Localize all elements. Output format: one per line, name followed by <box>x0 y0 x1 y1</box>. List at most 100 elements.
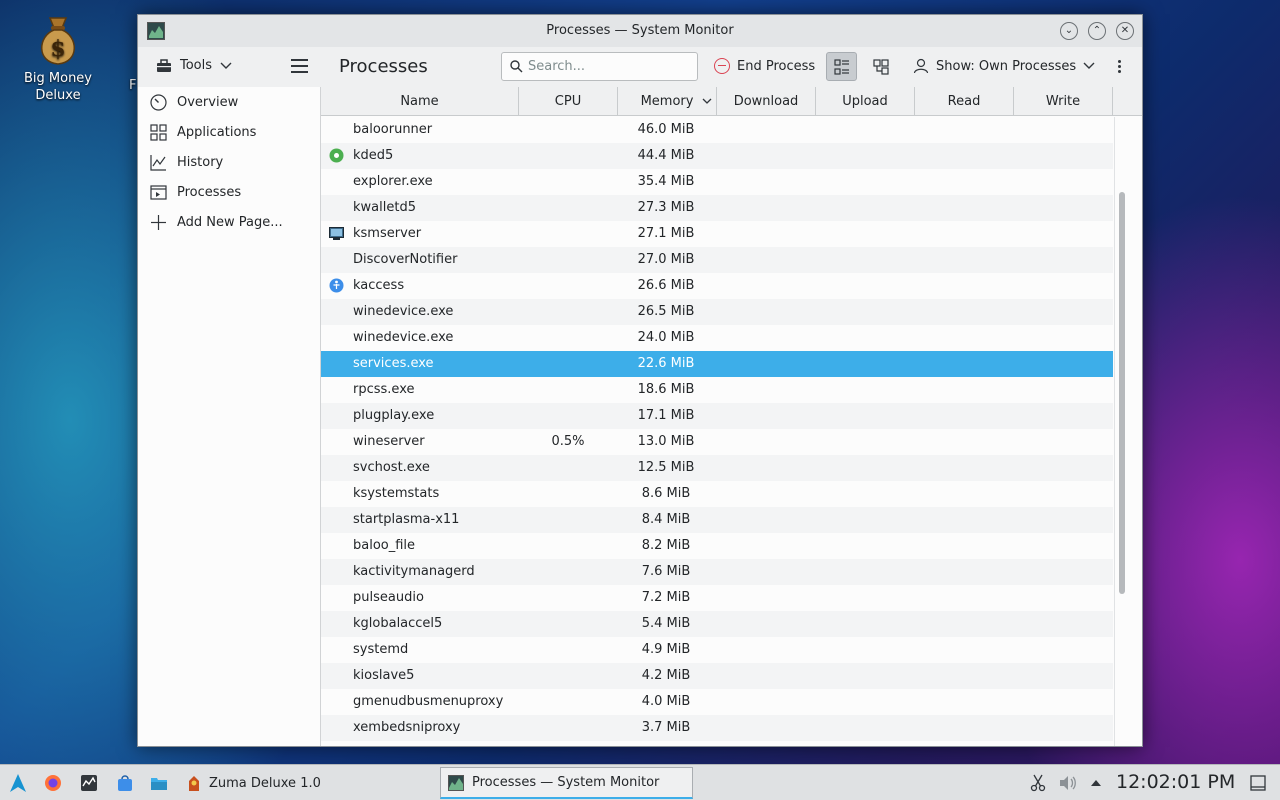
table-row[interactable]: ksystemstats 8.6 MiB <box>321 481 1113 507</box>
process-name: systemd <box>353 642 409 657</box>
application-launcher-button[interactable] <box>8 773 28 793</box>
table-row[interactable]: pulseaudio 7.2 MiB <box>321 585 1113 611</box>
table-row[interactable]: winedevice.exe 24.0 MiB <box>321 325 1113 351</box>
table-row[interactable]: kwalletd5 27.3 MiB <box>321 195 1113 221</box>
process-name: kglobalaccel5 <box>353 616 443 631</box>
toolbox-icon <box>157 58 171 72</box>
process-memory: 27.1 MiB <box>637 226 695 241</box>
process-name: gmenudbusmenuproxy <box>353 694 504 709</box>
show-processes-dropdown[interactable]: Show: Own Processes <box>913 58 1095 74</box>
hamburger-menu-icon[interactable] <box>291 59 308 73</box>
process-name: services.exe <box>353 356 434 371</box>
vertical-scrollbar[interactable] <box>1114 117 1127 746</box>
page-title: Processes <box>339 56 428 77</box>
show-label: Show: Own Processes <box>936 58 1077 74</box>
desktop-icon-big-money-deluxe[interactable]: $ Big Money Deluxe <box>14 12 102 104</box>
zuma-deluxe-launcher[interactable]: Zuma Deluxe 1.0 <box>186 773 321 793</box>
list-view-button[interactable] <box>826 52 857 81</box>
table-row[interactable]: kactivitymanagerd 7.6 MiB <box>321 559 1113 585</box>
process-name: plugplay.exe <box>353 408 435 423</box>
table-row[interactable]: xembedsniproxy 3.7 MiB <box>321 715 1113 741</box>
table-row[interactable]: startplasma-x11 8.4 MiB <box>321 507 1113 533</box>
minimize-button[interactable]: ⌄ <box>1060 22 1078 40</box>
process-memory: 26.6 MiB <box>637 278 695 293</box>
task-system-monitor[interactable]: Processes — System Monitor <box>440 767 693 799</box>
table-row[interactable]: kded5 44.4 MiB <box>321 143 1113 169</box>
sidebar-item-label: Applications <box>177 124 257 140</box>
process-name: xembedsniproxy <box>353 720 461 735</box>
system-monitor-icon <box>81 775 97 791</box>
column-header-download[interactable]: Download <box>717 87 816 116</box>
process-memory: 3.7 MiB <box>641 720 691 735</box>
table-row[interactable]: rpcss.exe 18.6 MiB <box>321 377 1113 403</box>
column-header-name[interactable]: Name <box>321 87 519 116</box>
table-row[interactable]: DiscoverNotifier 27.0 MiB <box>321 247 1113 273</box>
column-header-cpu[interactable]: CPU <box>519 87 618 116</box>
maximize-button[interactable]: ⌃ <box>1088 22 1106 40</box>
process-name: pulseaudio <box>353 590 424 605</box>
chevron-down-icon: ⌄ <box>1064 25 1074 36</box>
process-name: wineserver <box>353 434 425 449</box>
search-field[interactable] <box>501 52 698 81</box>
table-row-selected[interactable]: services.exe 22.6 MiB <box>321 351 1113 377</box>
tools-menu-button[interactable]: Tools <box>156 58 232 73</box>
taskbar: Zuma Deluxe 1.0 Processes — System Monit… <box>0 764 1280 800</box>
table-row[interactable]: svchost.exe 12.5 MiB <box>321 455 1113 481</box>
title-bar[interactable]: Processes — System Monitor ⌄ ⌃ ✕ <box>138 15 1142 47</box>
system-monitor-launcher[interactable] <box>80 773 98 793</box>
tree-view-button[interactable] <box>865 52 896 81</box>
sidebar-item-processes[interactable]: Processes <box>150 180 315 204</box>
sidebar-item-add-new-page[interactable]: Add New Page... <box>150 210 315 234</box>
table-row[interactable]: wineserver 0.5% 13.0 MiB <box>321 429 1113 455</box>
table-row[interactable]: explorer.exe 35.4 MiB <box>321 169 1113 195</box>
zuma-icon <box>189 776 199 791</box>
volume-tray-button[interactable] <box>1058 773 1078 793</box>
column-header-read[interactable]: Read <box>915 87 1014 116</box>
show-desktop-button[interactable] <box>1250 773 1266 793</box>
money-bag-icon: $ <box>34 12 82 68</box>
more-options-icon[interactable] <box>1118 60 1121 74</box>
chevron-up-icon <box>1091 780 1101 786</box>
column-header-memory[interactable]: Memory <box>618 87 717 116</box>
scrollbar-thumb[interactable] <box>1119 192 1125 594</box>
close-icon: ✕ <box>1120 25 1130 36</box>
table-row[interactable]: kaccess 26.6 MiB <box>321 273 1113 299</box>
close-button[interactable]: ✕ <box>1116 22 1134 40</box>
firefox-icon <box>45 775 61 791</box>
table-row[interactable]: gmenudbusmenuproxy 4.0 MiB <box>321 689 1113 715</box>
search-input[interactable] <box>528 57 688 76</box>
column-header-upload[interactable]: Upload <box>816 87 915 116</box>
process-memory: 22.6 MiB <box>637 356 695 371</box>
volume-icon <box>1060 776 1076 790</box>
table-row[interactable]: kglobalaccel5 5.4 MiB <box>321 611 1113 637</box>
clipboard-tray-button[interactable] <box>1030 773 1046 793</box>
store-icon <box>118 775 132 791</box>
table-row[interactable]: plugplay.exe 17.1 MiB <box>321 403 1113 429</box>
process-memory: 7.6 MiB <box>641 564 691 579</box>
process-cpu: 0.5% <box>551 434 585 449</box>
end-process-button[interactable]: End Process <box>714 58 815 74</box>
table-row[interactable]: baloorunner 46.0 MiB <box>321 117 1113 143</box>
search-icon <box>510 60 523 73</box>
sidebar-item-applications[interactable]: Applications <box>150 120 315 144</box>
process-icon <box>150 184 167 200</box>
sidebar-item-history[interactable]: History <box>150 150 315 174</box>
process-name: DiscoverNotifier <box>353 252 458 267</box>
column-header-memory-label: Memory <box>640 94 694 109</box>
table-row[interactable]: baloo_file 8.2 MiB <box>321 533 1113 559</box>
tray-expand-button[interactable] <box>1090 773 1102 793</box>
table-row[interactable]: winedevice.exe 26.5 MiB <box>321 299 1113 325</box>
process-memory: 17.1 MiB <box>637 408 695 423</box>
table-row[interactable]: kioslave5 4.2 MiB <box>321 663 1113 689</box>
file-manager-launcher[interactable] <box>150 773 168 793</box>
firefox-launcher[interactable] <box>44 773 62 793</box>
sidebar-item-overview[interactable]: Overview <box>150 90 315 114</box>
process-name: ksystemstats <box>353 486 440 501</box>
column-header-write[interactable]: Write <box>1014 87 1113 116</box>
sort-descending-icon <box>702 98 712 104</box>
store-launcher[interactable] <box>116 773 134 793</box>
table-row[interactable]: systemd 4.9 MiB <box>321 637 1113 663</box>
table-row[interactable]: ksmserver 27.1 MiB <box>321 221 1113 247</box>
process-name: kioslave5 <box>353 668 415 683</box>
clock[interactable]: 12:02:01 PM <box>1116 771 1235 793</box>
